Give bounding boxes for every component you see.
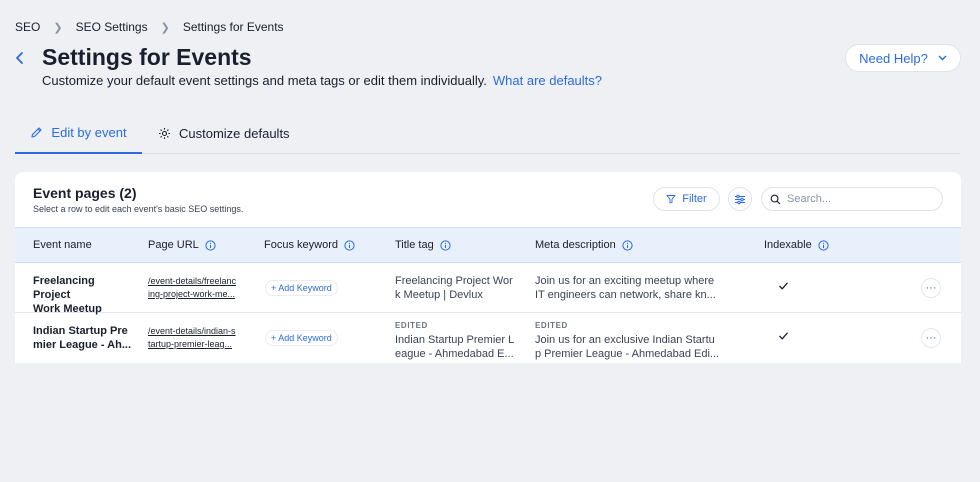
add-keyword-button[interactable]: + Add Keyword: [265, 280, 338, 296]
breadcrumb: SEO ❯ SEO Settings ❯ Settings for Events: [15, 20, 284, 34]
filter-icon: [666, 195, 676, 204]
event-name-line: Indian Startup Pre: [33, 325, 128, 337]
page-title: Settings for Events: [42, 44, 252, 70]
checkmark-icon: [779, 282, 788, 290]
table-row[interactable]: Indian Startup Pre mier League - Ah... /…: [15, 313, 961, 363]
what-are-defaults-link[interactable]: What are defaults?: [493, 73, 602, 88]
column-settings-button[interactable]: [728, 187, 752, 211]
event-name-cell: Freelancing Project Work Meetup: [33, 274, 133, 316]
info-icon[interactable]: [622, 239, 633, 251]
table-header: Event name Page URL Focus keyword Title …: [15, 227, 961, 263]
tab-label: Edit by event: [51, 124, 127, 140]
page-url-line: /event-details/freelanc: [148, 276, 237, 286]
column-label: Page URL: [148, 239, 199, 251]
title-tag-line: Freelancing Project Wor: [395, 275, 513, 287]
column-header-event-name[interactable]: Event name: [33, 228, 92, 262]
column-header-title-tag[interactable]: Title tag: [395, 228, 451, 262]
meta-description-line: Join us for an exclusive Indian Startu: [535, 334, 715, 346]
pencil-icon: [31, 126, 42, 138]
event-name-line: mier League - Ah...: [33, 339, 132, 351]
breadcrumb-seo[interactable]: SEO: [15, 20, 40, 34]
meta-description-line: Join us for an exciting meetup where: [535, 275, 715, 287]
tab-customize-defaults[interactable]: Customize defaults: [158, 112, 290, 154]
sliders-icon: [735, 194, 745, 204]
info-icon[interactable]: [344, 239, 355, 251]
edited-badge: EDITED: [535, 321, 568, 330]
need-help-button[interactable]: Need Help?: [845, 44, 961, 72]
event-name-cell: Indian Startup Pre mier League - Ah...: [33, 324, 133, 352]
chevron-right-icon: ❯: [53, 21, 63, 34]
column-label: Title tag: [395, 239, 434, 251]
more-actions-button[interactable]: ···: [921, 278, 941, 298]
breadcrumb-current: Settings for Events: [182, 20, 284, 34]
need-help-label: Need Help?: [859, 50, 928, 66]
info-icon[interactable]: [440, 239, 451, 251]
column-label: Meta description: [535, 239, 616, 251]
column-header-page-url[interactable]: Page URL: [148, 228, 216, 262]
column-header-meta-description[interactable]: Meta description: [535, 228, 633, 262]
meta-description-line: p Premier League - Ahmedabad Edi...: [535, 348, 720, 360]
search-icon: [770, 194, 781, 204]
tabs: Edit by event Customize defaults: [15, 112, 961, 154]
filter-button[interactable]: Filter: [653, 187, 720, 211]
more-actions-button[interactable]: ···: [921, 328, 941, 348]
column-header-focus-keyword[interactable]: Focus keyword: [264, 228, 355, 262]
gear-icon: [159, 127, 170, 139]
filter-label: Filter: [682, 193, 707, 205]
breadcrumb-seo-settings[interactable]: SEO Settings: [76, 20, 148, 34]
back-button[interactable]: [10, 48, 30, 68]
card-title: Event pages (2): [33, 185, 137, 201]
info-icon[interactable]: [205, 239, 216, 251]
info-icon[interactable]: [818, 239, 829, 251]
table-row[interactable]: Freelancing Project Work Meetup /event-d…: [15, 263, 961, 316]
meta-description-cell: EDITED Join us for an exclusive Indian S…: [535, 319, 725, 361]
title-tag-line: Indian Startup Premier L: [395, 334, 515, 346]
page-subtitle: Customize your default event settings an…: [42, 73, 602, 88]
edited-badge: EDITED: [395, 321, 428, 330]
column-label: Focus keyword: [264, 239, 338, 251]
event-name-line: Freelancing Project: [33, 275, 95, 301]
page-url-line: tartup-premier-leag...: [148, 339, 233, 349]
chevron-down-icon: [938, 55, 947, 61]
page-url-link[interactable]: /event-details/indian-s tartup-premier-l…: [148, 325, 246, 351]
meta-description-line: IT engineers can network, share kn...: [535, 289, 716, 301]
more-icon: ···: [925, 331, 937, 344]
tab-label: Customize defaults: [179, 125, 290, 141]
column-label: Event name: [33, 239, 92, 251]
checkmark-icon: [779, 332, 788, 340]
page-url-line: /event-details/indian-s: [148, 326, 236, 336]
subtitle-text: Customize your default event settings an…: [42, 73, 487, 88]
page-url-link[interactable]: /event-details/freelanc ing-project-work…: [148, 275, 246, 301]
more-icon: ···: [925, 281, 937, 294]
search-input[interactable]: [787, 193, 937, 205]
meta-description-cell: Join us for an exciting meetup where IT …: [535, 274, 725, 302]
add-keyword-button[interactable]: + Add Keyword: [265, 330, 338, 346]
tab-edit-by-event[interactable]: Edit by event: [15, 112, 142, 154]
column-label: Indexable: [764, 239, 812, 251]
title-tag-cell: Freelancing Project Wor k Meetup | Devlu…: [395, 274, 519, 302]
page-url-line: ing-project-work-me...: [148, 289, 236, 299]
search-box: [761, 187, 943, 211]
event-pages-card: Event pages (2) Select a row to edit eac…: [15, 172, 961, 363]
title-tag-cell: EDITED Indian Startup Premier L eague - …: [395, 319, 519, 361]
chevron-right-icon: ❯: [160, 21, 170, 34]
title-tag-line: eague - Ahmedabad E...: [395, 348, 514, 360]
card-subtitle: Select a row to edit each event's basic …: [33, 204, 244, 214]
chevron-left-icon: [16, 52, 23, 64]
column-header-indexable[interactable]: Indexable: [764, 228, 829, 262]
title-tag-line: k Meetup | Devlux: [395, 289, 483, 301]
